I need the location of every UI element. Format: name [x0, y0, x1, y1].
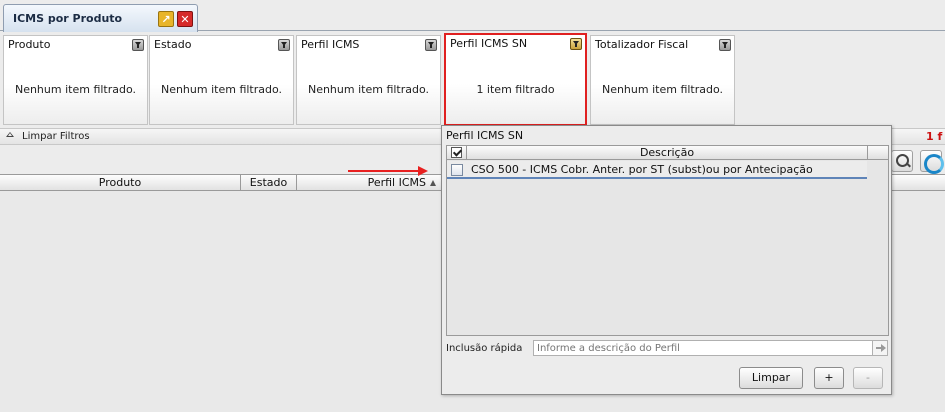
arrow-right-icon	[418, 166, 428, 176]
list-header: Descrição	[447, 146, 888, 160]
filter-card-status: 1 item filtrado	[476, 83, 555, 96]
filter-card-status: Nenhum item filtrado.	[14, 83, 137, 96]
header-divider	[867, 146, 868, 160]
item-checkbox[interactable]	[451, 164, 463, 176]
filter-card-produto[interactable]: Produto Nenhum item filtrado.	[3, 35, 148, 125]
search-icon[interactable]	[891, 150, 913, 172]
filter-card-title: Totalizador Fiscal	[595, 38, 689, 51]
filter-count-label: 1 f	[926, 130, 943, 143]
clear-filters-label[interactable]: Limpar Filtros	[22, 131, 90, 142]
tab-icms-por-produto[interactable]: ICMS por Produto ↗ ✕	[3, 4, 198, 32]
filter-card-title: Produto	[8, 38, 51, 51]
list-item[interactable]: CSO 500 - ICMS Cobr. Anter. por ST (subs…	[447, 161, 867, 179]
filter-icon[interactable]	[132, 39, 144, 51]
column-header-descricao[interactable]: Descrição	[467, 146, 867, 159]
filter-card-status: Nenhum item filtrado.	[601, 83, 724, 96]
filter-card-perfil-icms-sn[interactable]: Perfil ICMS SN 1 item filtrado	[444, 33, 587, 126]
quick-add-input[interactable]	[533, 340, 873, 356]
filter-card-title: Estado	[154, 38, 192, 51]
filter-icon[interactable]	[570, 38, 582, 50]
filter-card-totalizador-fiscal[interactable]: Totalizador Fiscal Nenhum item filtrado.	[590, 35, 735, 125]
select-all-checkbox[interactable]	[451, 147, 462, 158]
filter-icon[interactable]	[719, 39, 731, 51]
filter-card-estado[interactable]: Estado Nenhum item filtrado.	[149, 35, 294, 125]
collapse-icon[interactable]	[6, 132, 14, 137]
clear-button[interactable]: Limpar	[739, 367, 803, 389]
quick-add-label: Inclusão rápida	[446, 343, 523, 354]
annotation-arrow	[348, 170, 420, 172]
filter-card-status: Nenhum item filtrado.	[307, 83, 430, 96]
forward-icon[interactable]: ↗	[158, 11, 174, 27]
filter-icon[interactable]	[278, 39, 290, 51]
column-header-estado[interactable]: Estado	[241, 175, 297, 191]
filter-card-title: Perfil ICMS	[301, 38, 360, 51]
filter-card-perfil-icms[interactable]: Perfil ICMS Nenhum item filtrado.	[296, 35, 441, 125]
column-header-produto[interactable]: Produto	[0, 175, 241, 191]
filter-card-title: Perfil ICMS SN	[450, 37, 528, 50]
column-header-perfil-icms[interactable]: Perfil ICMS	[297, 175, 445, 191]
add-button[interactable]: +	[814, 367, 844, 389]
filter-popup-perfil-icms-sn: Perfil ICMS SN Descrição CSO 500 - ICMS …	[441, 125, 892, 395]
remove-button[interactable]: -	[853, 367, 883, 389]
sort-asc-icon	[430, 180, 436, 186]
refresh-icon[interactable]	[920, 150, 944, 174]
tab-title: ICMS por Produto	[13, 12, 123, 25]
tab-strip: ICMS por Produto ↗ ✕	[0, 0, 945, 32]
filter-card-status: Nenhum item filtrado.	[160, 83, 283, 96]
list-item-label: CSO 500 - ICMS Cobr. Anter. por ST (subs…	[471, 163, 813, 176]
close-icon[interactable]: ✕	[177, 11, 193, 27]
filter-icon[interactable]	[425, 39, 437, 51]
popup-title: Perfil ICMS SN	[446, 129, 524, 142]
arrow-right-icon[interactable]	[872, 340, 888, 356]
filter-option-list[interactable]: Descrição CSO 500 - ICMS Cobr. Anter. po…	[446, 145, 889, 336]
